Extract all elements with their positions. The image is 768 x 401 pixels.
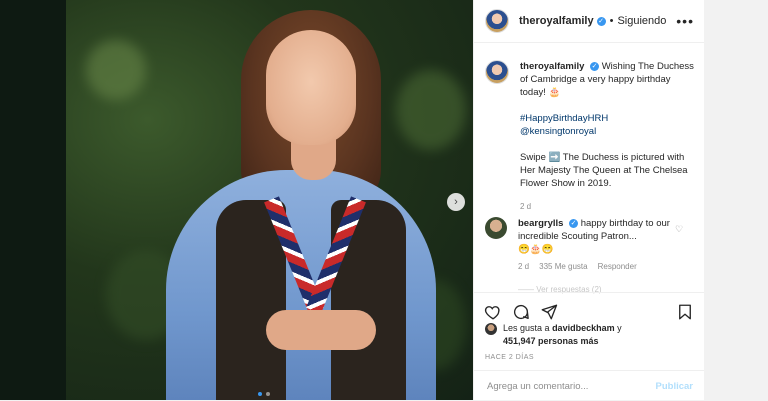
comment-input[interactable] <box>485 379 639 393</box>
likes-user[interactable]: davidbeckham <box>552 323 615 333</box>
avatar[interactable] <box>485 60 509 84</box>
verified-badge-icon: ✓ <box>569 219 579 228</box>
foliage-bokeh <box>86 40 146 100</box>
subject-face <box>266 30 356 145</box>
avatar[interactable] <box>485 217 507 239</box>
comment-time: 2 d <box>518 262 530 271</box>
carousel-dot <box>266 392 270 396</box>
share-icon[interactable] <box>540 303 558 321</box>
subject-hands <box>266 310 376 350</box>
likes-text: Les gusta a davidbeckham y 451,947 perso… <box>503 322 622 348</box>
separator: • <box>609 15 614 27</box>
comment-icon[interactable] <box>512 303 530 321</box>
caption: theroyalfamily ✓ Wishing The Duchess of … <box>485 60 695 213</box>
post-photo[interactable] <box>66 0 473 400</box>
heart-icon[interactable] <box>484 303 502 321</box>
bookmark-icon[interactable] <box>676 303 694 321</box>
background-right <box>703 0 768 400</box>
header-username[interactable]: theroyalfamily <box>519 15 594 27</box>
comment-emoji: 😁🎂😁 <box>518 244 554 255</box>
verified-badge-icon: ✓ <box>590 62 600 71</box>
avatar[interactable] <box>485 323 497 335</box>
caption-body: theroyalfamily ✓ Wishing The Duchess of … <box>520 60 695 213</box>
comment: beargrylls ✓ happy birthday to our incre… <box>485 217 695 256</box>
likes-joiner: y <box>617 323 622 333</box>
chevron-right-icon[interactable]: › <box>447 193 465 211</box>
publish-button[interactable]: Publicar <box>656 381 694 392</box>
post-timestamp: HACE 2 DÍAS <box>485 354 535 361</box>
carousel-dot-active <box>258 392 262 396</box>
foliage-bokeh <box>396 70 466 150</box>
comment-body: beargrylls ✓ happy birthday to our incre… <box>518 217 678 256</box>
post-side-panel: theroyalfamily ✓ • Siguiendo ••• theroya… <box>473 0 704 400</box>
comment-username[interactable]: beargrylls <box>518 218 563 229</box>
caption-username[interactable]: theroyalfamily <box>520 61 584 72</box>
background-left <box>0 0 66 400</box>
reply-button[interactable]: Responder <box>598 262 637 271</box>
comment-meta: 2 d 335 Me gusta Responder <box>518 262 637 271</box>
follow-button[interactable]: Siguiendo <box>617 15 666 27</box>
likes-prefix: Les gusta a <box>503 323 550 333</box>
likes-summary: Les gusta a davidbeckham y 451,947 perso… <box>485 322 622 348</box>
ellipsis-icon[interactable]: ••• <box>676 13 694 29</box>
caption-time: 2 d <box>520 202 532 211</box>
avatar[interactable] <box>485 9 509 33</box>
verified-badge-icon: ✓ <box>596 16 606 26</box>
post-header: theroyalfamily ✓ • Siguiendo ••• <box>474 0 704 43</box>
comment-likes[interactable]: 335 Me gusta <box>539 262 587 271</box>
add-comment-bar: Publicar <box>474 370 704 401</box>
hashtag-link[interactable]: #HappyBirthdayHRH <box>520 112 695 125</box>
heart-icon[interactable]: ♡ <box>675 224 683 235</box>
mention-link[interactable]: @kensingtonroyal <box>520 125 695 138</box>
likes-count[interactable]: 451,947 personas más <box>503 336 599 346</box>
carousel-indicator <box>258 392 270 396</box>
caption-text-2: Swipe ➡️ The Duchess is pictured with He… <box>520 152 688 189</box>
